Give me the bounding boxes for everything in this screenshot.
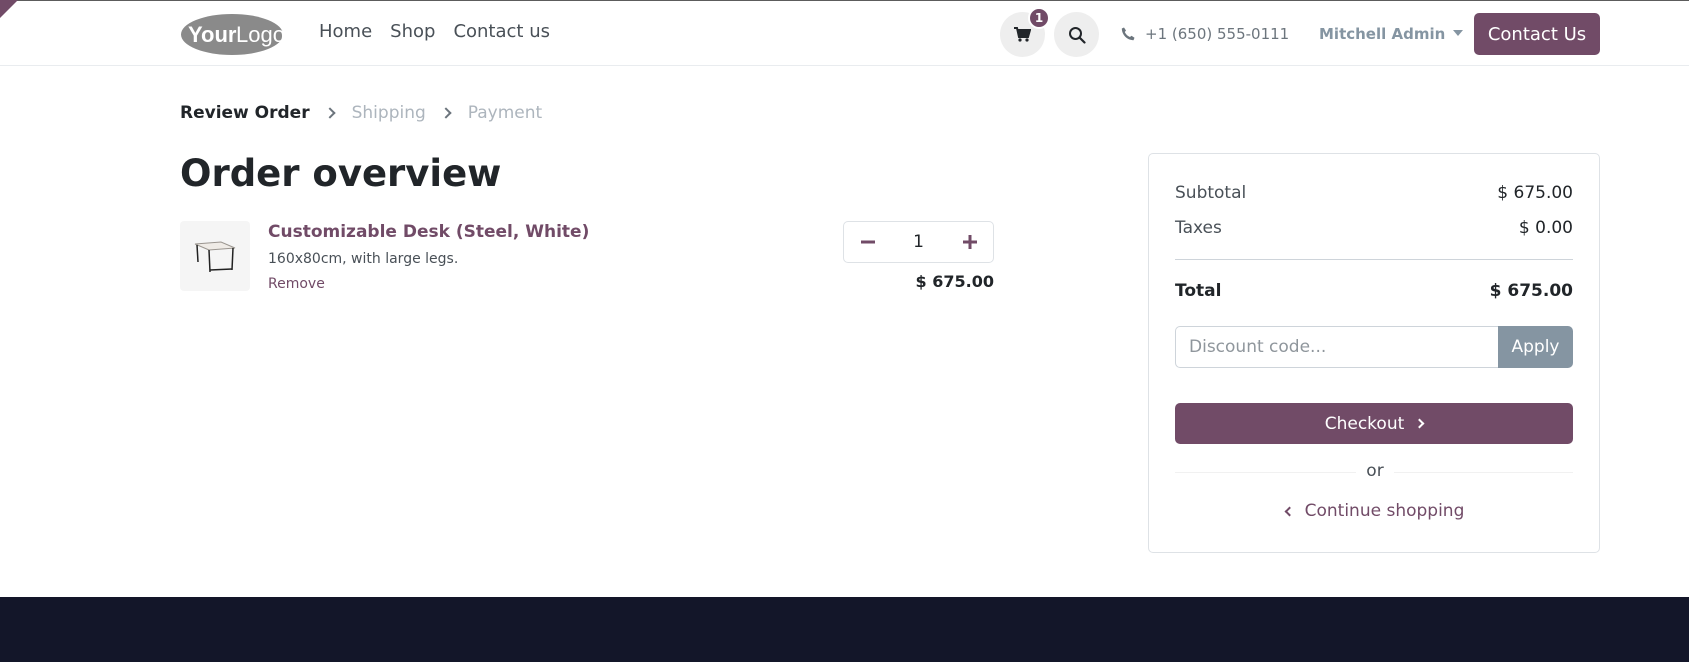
- subtotal-row: Subtotal $ 675.00: [1175, 183, 1573, 203]
- discount-form: Apply: [1175, 326, 1573, 368]
- cart-count-badge: 1: [1028, 7, 1050, 29]
- apply-discount-button[interactable]: Apply: [1498, 326, 1573, 368]
- main-nav: Home Shop Contact us: [319, 21, 550, 42]
- phone-icon: [1121, 27, 1135, 41]
- minus-icon: [860, 240, 875, 244]
- taxes-label: Taxes: [1175, 218, 1222, 238]
- cart-icon: [1014, 27, 1031, 42]
- step-review-order: Review Order: [180, 103, 310, 123]
- taxes-amount: $ 0.00: [1518, 218, 1573, 238]
- nav-contact-us[interactable]: Contact us: [453, 21, 550, 42]
- contact-us-button[interactable]: Contact Us: [1474, 13, 1600, 55]
- site-footer: [0, 597, 1689, 662]
- total-label: Total: [1175, 281, 1222, 301]
- or-label: or: [1356, 461, 1394, 481]
- taxes-row: Taxes $ 0.00: [1175, 218, 1573, 238]
- chevron-right-icon: [1414, 418, 1425, 429]
- site-logo[interactable]: Your Logo: [180, 13, 284, 56]
- total-amount: $ 675.00: [1489, 281, 1573, 301]
- increase-quantity-button[interactable]: [946, 222, 993, 262]
- plus-icon: [962, 235, 977, 249]
- user-menu[interactable]: Mitchell Admin: [1319, 25, 1464, 43]
- svg-text:Your: Your: [188, 22, 237, 47]
- cart-button[interactable]: 1: [1000, 7, 1050, 57]
- user-name: Mitchell Admin: [1319, 25, 1446, 43]
- page: Your Logo Home Shop Contact us 1 +1 (650…: [0, 0, 1689, 662]
- discount-code-input[interactable]: [1175, 326, 1498, 368]
- product-description: 160x80cm, with large legs.: [268, 251, 459, 267]
- chevron-right-icon: [440, 107, 452, 119]
- site-header: Your Logo Home Shop Contact us 1 +1 (650…: [0, 0, 1689, 66]
- checkout-label: Checkout: [1324, 413, 1405, 434]
- step-shipping: Shipping: [351, 103, 426, 123]
- search-icon: [1068, 26, 1086, 44]
- or-separator: or: [1149, 461, 1601, 481]
- svg-text:Logo: Logo: [236, 22, 284, 47]
- quantity-input[interactable]: [891, 222, 946, 262]
- subtotal-label: Subtotal: [1175, 183, 1247, 203]
- caret-down-icon: [1453, 30, 1464, 36]
- continue-shopping-label: Continue shopping: [1304, 501, 1465, 521]
- subtotal-amount: $ 675.00: [1497, 183, 1573, 203]
- page-title: Order overview: [180, 152, 502, 195]
- order-summary-card: Subtotal $ 675.00 Taxes $ 0.00 Total $ 6…: [1148, 153, 1600, 553]
- continue-shopping-link[interactable]: Continue shopping: [1149, 501, 1601, 521]
- nav-home[interactable]: Home: [319, 21, 372, 42]
- checkout-button[interactable]: Checkout: [1175, 403, 1573, 444]
- product-thumbnail[interactable]: [180, 221, 250, 291]
- chevron-left-icon: [1284, 506, 1295, 516]
- nav-shop[interactable]: Shop: [390, 21, 435, 42]
- chevron-right-icon: [323, 107, 336, 119]
- line-price: $ 675.00: [915, 272, 994, 291]
- step-payment: Payment: [467, 103, 543, 123]
- checkout-steps: Review Order Shipping Payment: [180, 103, 542, 123]
- search-button[interactable]: [1054, 12, 1099, 57]
- decrease-quantity-button[interactable]: [844, 222, 891, 262]
- phone-number: +1 (650) 555-0111: [1145, 25, 1290, 43]
- phone-link[interactable]: +1 (650) 555-0111: [1121, 25, 1289, 43]
- total-row: Total $ 675.00: [1175, 281, 1573, 301]
- desk-image: [194, 241, 236, 273]
- corner-ribbon: [0, 0, 18, 18]
- quantity-stepper: [843, 221, 994, 263]
- remove-link[interactable]: Remove: [268, 276, 325, 292]
- product-name-link[interactable]: Customizable Desk (Steel, White): [268, 222, 589, 242]
- summary-divider: [1175, 259, 1573, 260]
